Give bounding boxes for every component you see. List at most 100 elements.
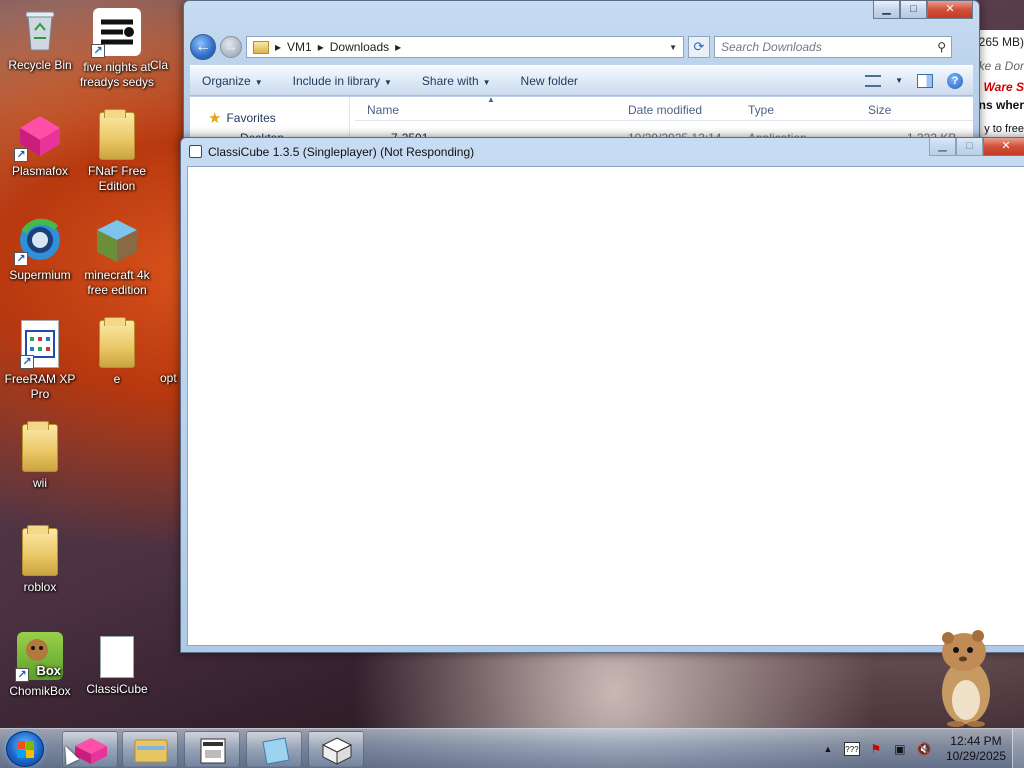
- chevron-down-icon: ▼: [254, 77, 263, 87]
- folder-icon: [99, 317, 135, 368]
- taskbar-item-app[interactable]: [184, 731, 240, 767]
- forward-button[interactable]: →: [220, 36, 242, 58]
- organize-button[interactable]: Organize ▼: [202, 74, 263, 88]
- minecraft-icon: [93, 216, 141, 264]
- taskbar-item-explorer[interactable]: [122, 731, 178, 767]
- supermium-icon: ↗: [14, 216, 64, 266]
- desktop-icon-fnaf-folder[interactable]: FNaF Free Edition: [77, 109, 157, 194]
- browser-free-text: y to free: [984, 123, 1024, 135]
- desktop-icon-recycle-bin[interactable]: Recycle Bin: [0, 6, 80, 73]
- desktop-icon-e-folder[interactable]: e: [77, 317, 157, 387]
- breadcrumb-item-vm1[interactable]: VM1: [287, 40, 312, 54]
- clock[interactable]: 12:44 PM 10/29/2025: [946, 734, 1006, 764]
- folder-icon: [22, 525, 58, 576]
- show-hidden-icons-icon[interactable]: ▲: [820, 742, 836, 756]
- column-header-size[interactable]: Size: [868, 103, 891, 117]
- classicube-icon: [321, 737, 353, 765]
- breadcrumb-separator-icon: ▸: [317, 40, 324, 54]
- folder-icon: [22, 421, 58, 472]
- keyboard-layout-icon[interactable]: ???: [843, 742, 860, 756]
- desktop-icon-label: Supermium: [9, 268, 71, 282]
- network-icon[interactable]: ▣: [892, 742, 908, 756]
- explorer-window[interactable]: ▁ □ ✕ ← → ▸ VM1 ▸ Downloads ▸ ▼ ⟳ Search…: [183, 0, 980, 150]
- maximize-button[interactable]: □: [956, 138, 983, 156]
- close-button[interactable]: ✕: [983, 138, 1024, 156]
- view-options-icon[interactable]: [865, 74, 882, 87]
- recycle-bin-icon: [16, 6, 64, 54]
- chevron-down-icon[interactable]: ▼: [895, 76, 903, 85]
- desktop-icon-roblox-folder[interactable]: roblox: [0, 525, 80, 595]
- desktop-icon-freeram[interactable]: ↗ FreeRAM XP Pro: [0, 320, 80, 402]
- chomikbox-icon: Box ↗: [15, 632, 63, 682]
- desktop-icon-label: minecraft 4k free edition: [84, 268, 150, 297]
- browser-donate-link[interactable]: ke a Dor: [979, 59, 1024, 73]
- desktop-icon-label: Recycle Bin: [8, 58, 72, 72]
- taskbar-item-classicube[interactable]: [308, 731, 364, 767]
- taskbar-item-notepad[interactable]: [246, 731, 302, 767]
- chevron-down-icon: ▼: [482, 77, 491, 87]
- background-browser-window: 265 MB) ke a Dor Ware S ns wher y to fre…: [975, 30, 1024, 140]
- classicube-title-buttons: ▁ □ ✕: [929, 138, 1024, 156]
- star-icon: ★: [208, 110, 222, 127]
- desktop-icon-label: FNaF Free Edition: [87, 164, 146, 193]
- maximize-button[interactable]: □: [900, 1, 927, 19]
- address-bar[interactable]: ▸ VM1 ▸ Downloads ▸ ▼: [246, 36, 684, 58]
- back-button[interactable]: ←: [190, 34, 216, 60]
- system-tray: ▲ ??? ⚑ ▣ 🔇 12:44 PM 10/29/2025: [820, 729, 1024, 768]
- column-header-name[interactable]: Name: [367, 103, 399, 117]
- sort-arrow-icon: ▲: [487, 95, 495, 104]
- close-button[interactable]: ✕: [927, 1, 973, 19]
- column-header-type[interactable]: Type: [748, 103, 774, 117]
- desktop-icon-wii-folder[interactable]: wii: [0, 421, 80, 491]
- classicube-app-icon: [189, 145, 202, 158]
- breadcrumb-separator-icon: ▸: [395, 40, 402, 54]
- breadcrumb-item-downloads[interactable]: Downloads: [330, 40, 389, 54]
- nav-item-label: Favorites: [226, 111, 276, 125]
- browser-where-text: ns wher: [978, 98, 1024, 112]
- column-header-date-modified[interactable]: Date modified: [628, 103, 702, 117]
- desktop-icon-partial-cla[interactable]: Cla: [150, 24, 184, 73]
- desktop-icon-label: FreeRAM XP Pro: [4, 372, 76, 401]
- desktop-icon-label: wii: [33, 476, 47, 490]
- chomikbox-badge: Box: [36, 663, 61, 678]
- desktop-icon-label: Cla: [150, 58, 169, 72]
- chevron-down-icon: ▼: [384, 77, 392, 87]
- column-headers: Name ▲ Date modified Type Size: [355, 95, 973, 121]
- minimize-button[interactable]: ▁: [873, 1, 900, 19]
- show-desktop-button[interactable]: [1012, 729, 1024, 768]
- include-in-library-button[interactable]: Include in library ▼: [293, 74, 392, 88]
- shortcut-arrow-icon: ↗: [91, 44, 105, 58]
- chevron-down-icon[interactable]: ▼: [669, 43, 677, 52]
- action-center-icon[interactable]: ⚑: [868, 742, 884, 756]
- classicube-window[interactable]: ClassiCube 1.3.5 (Singleplayer) (Not Res…: [180, 137, 1024, 653]
- nav-item-favorites[interactable]: ★ Favorites: [208, 109, 276, 127]
- refresh-button[interactable]: ⟳: [688, 36, 710, 58]
- desktop-icon-label: roblox: [23, 580, 57, 594]
- plasmafox-icon: ↗: [14, 112, 64, 162]
- desktop-icon-five-nights[interactable]: ↗ five nights at freadys sedys: [77, 8, 157, 90]
- desktop-icon-supermium[interactable]: ↗ Supermium: [0, 216, 80, 283]
- desktop-icon-label: ClassiCube: [86, 682, 148, 696]
- start-button[interactable]: [6, 731, 44, 767]
- search-input[interactable]: Search Downloads ⚲: [714, 36, 952, 58]
- folder-icon: [253, 40, 269, 54]
- minimize-button[interactable]: ▁: [929, 138, 956, 156]
- command-bar-right: ▼ ?: [865, 72, 973, 89]
- browser-size-text: 265 MB): [978, 35, 1024, 49]
- classicube-canvas[interactable]: [187, 166, 1024, 646]
- share-with-button[interactable]: Share with ▼: [422, 74, 491, 88]
- desktop-icon-label: five nights at freadys sedys: [79, 60, 155, 89]
- desktop-icon-plasmafox[interactable]: ↗ Plasmafox: [0, 112, 80, 179]
- clock-time: 12:44 PM: [950, 734, 1002, 748]
- hamster-mascot-icon: [934, 626, 998, 728]
- app-icon: ↗: [91, 8, 141, 58]
- volume-muted-icon[interactable]: 🔇: [916, 742, 932, 756]
- preview-pane-icon[interactable]: [917, 73, 933, 88]
- app-window-icon: [200, 738, 226, 764]
- new-folder-button[interactable]: New folder: [521, 74, 578, 88]
- desktop-icon-minecraft[interactable]: minecraft 4k free edition: [77, 216, 157, 298]
- search-icon[interactable]: ⚲: [937, 40, 946, 54]
- help-icon[interactable]: ?: [947, 72, 963, 89]
- desktop-icon-classicube[interactable]: ClassiCube: [77, 636, 157, 697]
- desktop-icon-chomikbox[interactable]: Box ↗ ChomikBox: [0, 632, 80, 699]
